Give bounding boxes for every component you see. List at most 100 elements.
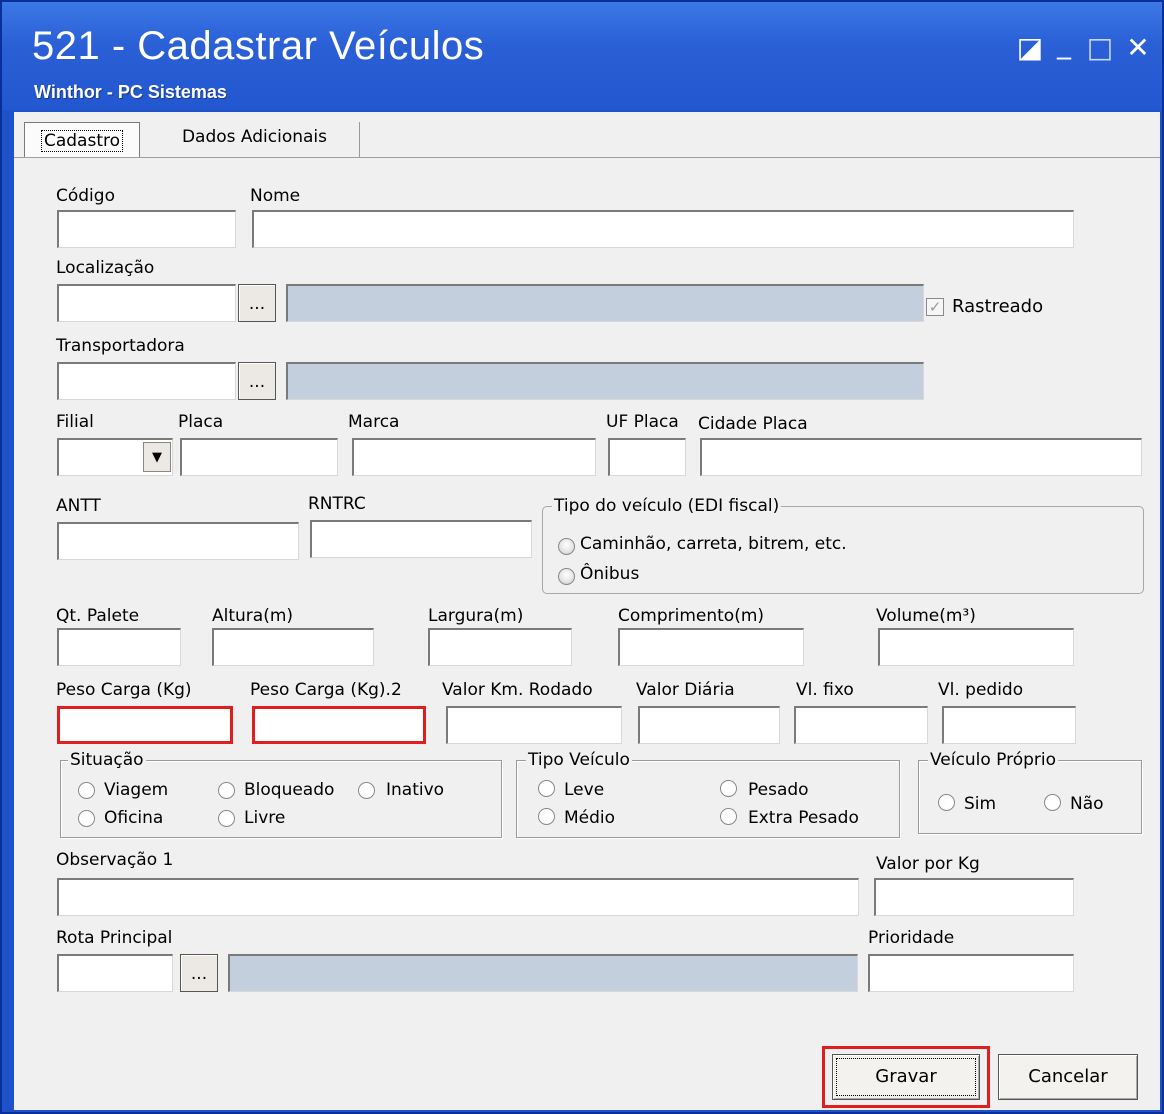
qt-palete-input[interactable] [57, 628, 181, 666]
valor-km-label: Valor Km. Rodado [442, 680, 593, 700]
radio-sim[interactable] [938, 794, 955, 811]
chevron-down-icon[interactable]: ▼ [143, 442, 171, 472]
rota-input[interactable] [57, 954, 173, 992]
nao-label: Não [1070, 794, 1104, 814]
main-window: 521 - Cadastrar Veículos Winthor - PC Si… [0, 0, 1164, 1114]
placa-label: Placa [178, 412, 224, 432]
bloqueado-label: Bloqueado [244, 780, 335, 800]
radio-caminhao[interactable] [558, 538, 575, 555]
onibus-label: Ônibus [580, 564, 640, 584]
save-button[interactable]: Gravar [832, 1054, 980, 1100]
transportadora-browse-button[interactable]: ... [238, 362, 276, 400]
maximize-icon[interactable]: □ [1084, 32, 1116, 64]
tipo-edi-label: Tipo do veículo (EDI fiscal) [552, 496, 782, 516]
cancel-button[interactable]: Cancelar [998, 1054, 1138, 1100]
oficina-label: Oficina [104, 808, 164, 828]
comprimento-label: Comprimento(m) [618, 606, 765, 626]
placa-input[interactable] [180, 438, 338, 476]
rota-description [228, 954, 858, 992]
nome-input[interactable] [252, 210, 1074, 248]
prioridade-label: Prioridade [868, 928, 955, 948]
extra-pesado-label: Extra Pesado [748, 808, 859, 828]
radio-onibus[interactable] [558, 568, 575, 585]
transportadora-label: Transportadora [56, 336, 185, 356]
leve-label: Leve [564, 780, 605, 800]
prioridade-input[interactable] [868, 954, 1074, 992]
valor-km-input[interactable] [446, 706, 622, 744]
localizacao-input[interactable] [57, 284, 236, 322]
rastreado-label: Rastreado [952, 296, 1044, 317]
medio-label: Médio [564, 808, 616, 828]
volume-label: Volume(m³) [876, 606, 976, 626]
radio-medio[interactable] [538, 808, 555, 825]
localizacao-description [286, 284, 924, 322]
minimize-icon[interactable]: _ [1048, 28, 1080, 60]
qt-palete-label: Qt. Palete [56, 606, 140, 626]
radio-pesado[interactable] [720, 780, 737, 797]
pesado-label: Pesado [748, 780, 809, 800]
nome-label: Nome [250, 186, 301, 206]
tab-dados-adicionais[interactable]: Dados Adicionais [150, 122, 360, 158]
vl-fixo-input[interactable] [794, 706, 928, 744]
restore-icon[interactable]: ◪ [1014, 32, 1046, 64]
transportadora-description [286, 362, 924, 400]
tab-divider [14, 157, 1160, 158]
marca-input[interactable] [352, 438, 596, 476]
rota-browse-button[interactable]: ... [180, 954, 218, 992]
codigo-label: Código [56, 186, 115, 206]
radio-viagem[interactable] [78, 782, 95, 799]
altura-label: Altura(m) [212, 606, 294, 626]
cidade-placa-input[interactable] [700, 438, 1142, 476]
localizacao-label: Localização [56, 258, 155, 278]
tipo-veiculo-label: Tipo Veículo [526, 750, 632, 770]
rota-label: Rota Principal [56, 928, 173, 948]
valor-diaria-input[interactable] [638, 706, 780, 744]
radio-leve[interactable] [538, 780, 555, 797]
sim-label: Sim [964, 794, 997, 814]
peso-carga-label: Peso Carga (Kg) [56, 680, 192, 700]
vl-pedido-input[interactable] [942, 706, 1076, 744]
peso-carga2-input[interactable] [252, 706, 426, 744]
form-client-area: Cadastro Dados Adicionais Código Nome Lo… [14, 112, 1160, 1110]
volume-input[interactable] [878, 628, 1074, 666]
marca-label: Marca [348, 412, 400, 432]
close-icon[interactable]: ✕ [1122, 32, 1154, 64]
window-title: 521 - Cadastrar Veículos [32, 24, 485, 68]
radio-bloqueado[interactable] [218, 782, 235, 799]
observacao-input[interactable] [57, 878, 859, 916]
peso-carga2-label: Peso Carga (Kg).2 [250, 680, 402, 700]
largura-label: Largura(m) [428, 606, 524, 626]
observacao-label: Observação 1 [56, 850, 174, 870]
caminhao-label: Caminhão, carreta, bitrem, etc. [580, 534, 847, 554]
valor-diaria-label: Valor Diária [636, 680, 735, 700]
situacao-label: Situação [68, 750, 146, 770]
radio-livre[interactable] [218, 810, 235, 827]
peso-carga-input[interactable] [57, 706, 233, 744]
title-bar[interactable]: 521 - Cadastrar Veículos Winthor - PC Si… [2, 2, 1162, 110]
antt-label: ANTT [56, 496, 101, 516]
valor-kg-input[interactable] [874, 878, 1074, 916]
radio-oficina[interactable] [78, 810, 95, 827]
cidade-placa-label: Cidade Placa [698, 414, 808, 434]
radio-inativo[interactable] [358, 782, 375, 799]
tab-cadastro[interactable]: Cadastro [24, 122, 140, 158]
codigo-input[interactable] [57, 210, 236, 248]
radio-extra-pesado[interactable] [720, 808, 737, 825]
vl-fixo-label: Vl. fixo [796, 680, 854, 700]
transportadora-input[interactable] [57, 362, 236, 400]
filial-select[interactable]: ▼ [57, 438, 173, 476]
altura-input[interactable] [212, 628, 374, 666]
uf-placa-input[interactable] [608, 438, 686, 476]
rntrc-label: RNTRC [308, 494, 366, 514]
radio-nao[interactable] [1044, 794, 1061, 811]
rntrc-input[interactable] [310, 520, 532, 558]
rastreado-checkbox[interactable]: ✓ [926, 298, 944, 316]
window-subtitle: Winthor - PC Sistemas [34, 82, 227, 102]
comprimento-input[interactable] [618, 628, 804, 666]
antt-input[interactable] [57, 522, 299, 560]
largura-input[interactable] [428, 628, 572, 666]
vl-pedido-label: Vl. pedido [938, 680, 1024, 700]
localizacao-browse-button[interactable]: ... [238, 284, 276, 322]
inativo-label: Inativo [386, 780, 445, 800]
filial-label: Filial [56, 412, 94, 432]
